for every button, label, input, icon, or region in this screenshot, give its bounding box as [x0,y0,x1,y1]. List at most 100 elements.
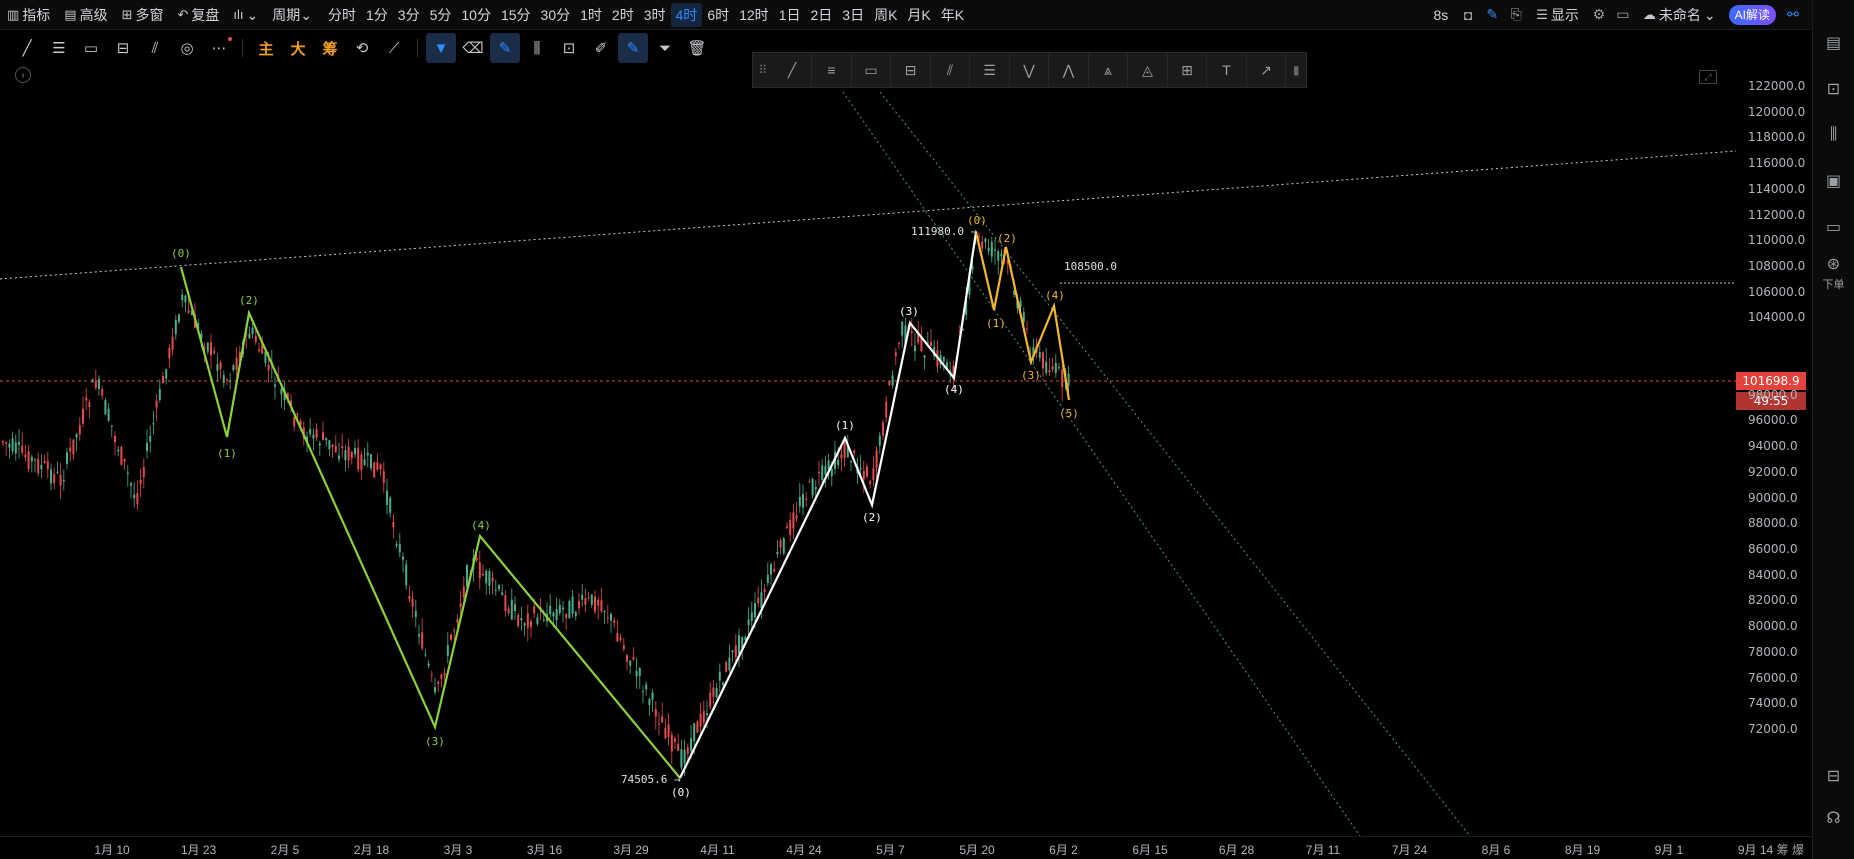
candle-body [693,723,696,742]
template-icon[interactable]: ▭ [1612,4,1634,26]
price-chart[interactable]: (0) (1) (2) (3) (4) (0) (1) (2) (3) (4) … [0,66,1736,836]
note-icon[interactable]: ⎘ [1505,4,1527,26]
pattern-icon[interactable]: ⩓ [1089,53,1129,87]
period-dropdown[interactable]: 周期⌄ [265,3,319,27]
maximize-icon[interactable]: ⤢ [1699,70,1717,84]
axis-corner-label[interactable]: 筹 爆 [1777,841,1804,858]
wallet-icon[interactable]: ⊡ [1821,76,1847,102]
delete-icon[interactable]: 🗑 [682,33,712,63]
pen-icon[interactable]: ✎ [1481,4,1503,26]
separator [417,39,418,57]
candlestick-icon: ılı [233,6,244,22]
candle-body [341,446,344,449]
box-icon[interactable]: ▭ [852,53,892,87]
wave-3-icon[interactable]: ⋁ [1010,53,1050,87]
horizontal-lines-icon[interactable]: ☰ [44,33,74,63]
edit-note-icon[interactable]: ✐ [586,33,616,63]
period-item[interactable]: 5分 [425,3,457,27]
chart-type-dropdown[interactable]: ılı ⌄ [226,3,265,27]
indicators-button[interactable]: ▥ 指标 [0,3,57,27]
magnet-draw-icon[interactable]: ✎ [490,33,520,63]
white-wave-label-0: (0) [671,786,691,799]
display-button[interactable]: ☰ 显示 [1529,3,1586,27]
ai-analysis-button[interactable]: AI解读 [1728,4,1776,25]
parallel-lines-icon[interactable]: ≡ [812,53,852,87]
support-icon[interactable]: ☊ [1821,805,1847,831]
measure-icon[interactable]: ⟋ [379,33,409,63]
period-item[interactable]: 年K [936,3,969,27]
period-item[interactable]: 3时 [639,3,671,27]
spiral-icon[interactable]: ◎ [172,33,202,63]
wave-5-icon[interactable]: ⋀ [1049,53,1089,87]
advanced-button[interactable]: ▤ 高级 [57,3,114,27]
period-item[interactable]: 3日 [837,3,869,27]
chips-button[interactable]: 筹 [315,33,345,63]
sync-drawing-icon[interactable]: ⟲ [347,33,377,63]
fib-channel-icon[interactable]: ⫽ [931,53,971,87]
text-icon[interactable]: T [1207,53,1247,87]
period-item[interactable]: 10分 [456,3,496,27]
triangle-pattern-icon[interactable]: ◬ [1128,53,1168,87]
settings-icon[interactable]: ⚙ [1588,4,1610,26]
period-item[interactable]: 分时 [323,3,361,27]
time-axis[interactable]: 筹 爆 1月 10 1月 23 2月 5 2月 18 3月 3 3月 16 3月 29 4月 … [0,836,1812,859]
period-item[interactable]: 30分 [536,3,576,27]
candle-body [664,727,667,739]
period-item[interactable]: 4时 [670,2,703,27]
card-icon[interactable]: ▭ [1821,214,1847,240]
more-tools-icon[interactable]: ⋯ [204,33,234,63]
upper-trend-line[interactable] [0,150,1736,280]
main-chart-button[interactable]: 主 [251,33,281,63]
candle-body [318,443,321,446]
period-item[interactable]: 6时 [702,3,734,27]
period-item[interactable]: 月K [902,3,935,27]
trash-bin-icon[interactable]: ⊡ [554,33,584,63]
period-item[interactable]: 1分 [361,3,393,27]
palette-end-handle[interactable]: ▮ [1286,63,1306,77]
price-range-icon[interactable]: ⊟ [891,53,931,87]
white-elliott-wave[interactable] [679,231,978,779]
period-item[interactable]: 1时 [575,3,607,27]
drag-handle-icon[interactable]: ⠿ [753,63,773,77]
period-item[interactable]: 周K [869,3,902,27]
eraser-icon[interactable]: ⌫ [458,33,488,63]
candle-body [1061,369,1064,388]
camera-icon[interactable]: ◘ [1457,4,1479,26]
rectangle-icon[interactable]: ▭ [76,33,106,63]
arrow-line-icon[interactable]: ↗ [1247,53,1287,87]
bookmark-icon[interactable]: ▼ [426,33,456,63]
panel-layout-icon[interactable]: ⊟ [1821,763,1847,789]
refresh-interval[interactable]: 8s [1426,3,1455,27]
add-text-box-icon[interactable]: ⊞ [1168,53,1208,87]
ruler-icon[interactable]: ⊟ [108,33,138,63]
large-order-button[interactable]: 大 [283,33,313,63]
price-axis[interactable]: 101698.9 49:55 122000.0 120000.0 118000.0 1… [1736,66,1812,836]
candle-body [862,470,865,480]
descending-channel-line-1[interactable] [842,91,1361,836]
layout-name-dropdown[interactable]: ☁ 未命名 ⌄ [1636,3,1723,27]
fib-levels-icon[interactable]: ☰ [970,53,1010,87]
place-order-button[interactable]: ⊛ 下单 [1821,256,1847,291]
period-item[interactable]: 3分 [393,3,425,27]
parallel-channel-icon[interactable]: ⫽ [140,33,170,63]
watchlist-icon[interactable]: ▤ [1821,30,1847,56]
chart-bars-icon[interactable]: ⫼ [1821,122,1847,148]
period-item[interactable]: 12时 [734,3,774,27]
share-icon[interactable]: ⚯ [1782,4,1804,26]
monitor-icon[interactable]: ▣ [1821,168,1847,194]
multi-window-button[interactable]: ⊞ 多窗 [115,3,171,27]
collapse-legend-icon[interactable]: › [15,67,31,83]
period-item[interactable]: 1日 [774,3,806,27]
notification-dot [228,37,232,41]
replay-button[interactable]: ↶ 复盘 [171,3,227,27]
period-item[interactable]: 15分 [496,3,536,27]
filter-icon[interactable]: ⏷ [650,33,680,63]
descending-channel-line-2[interactable] [879,91,1471,836]
candle-pattern-icon[interactable]: ⫼ [522,33,552,63]
trend-line-icon[interactable]: ╱ [12,33,42,63]
candle-body [843,442,846,459]
lock-draw-icon[interactable]: ✎ [618,33,648,63]
segment-icon[interactable]: ╱ [773,53,813,87]
period-item[interactable]: 2日 [805,3,837,27]
period-item[interactable]: 2时 [607,3,639,27]
